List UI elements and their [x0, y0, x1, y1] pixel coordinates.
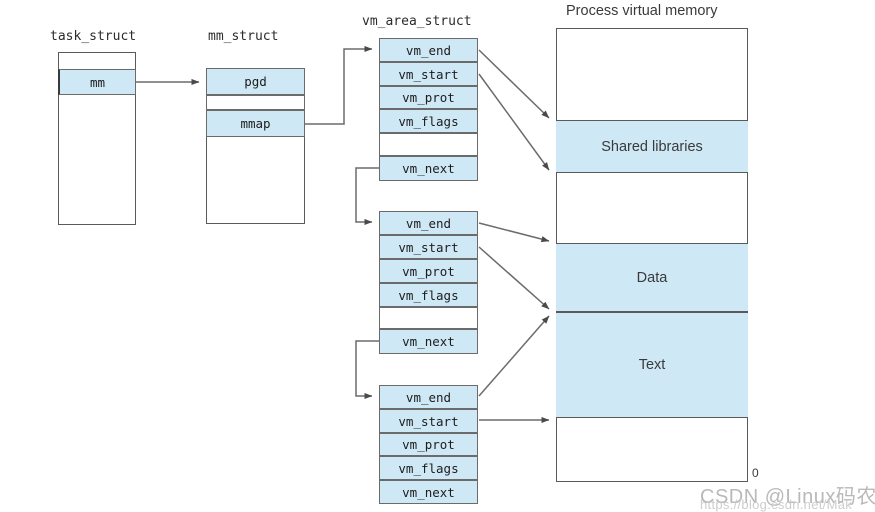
vma-3-row-vm-flags[interactable]: vm_flags	[379, 456, 478, 480]
memory-bottom-address-label: 0	[752, 466, 759, 480]
vma-2-row-vm-prot[interactable]: vm_prot	[379, 259, 478, 283]
vma-1-row-vm-prot[interactable]: vm_prot	[379, 86, 478, 109]
diagram-canvas: task_struct mm_struct vm_area_struct Pro…	[0, 0, 875, 512]
arrow-vma3-vmend-to-text-top	[478, 315, 550, 397]
vma-2-row-vm-next[interactable]: vm_next	[379, 329, 478, 354]
label-task-struct: task_struct	[50, 29, 137, 44]
vma-3-row-vm-end[interactable]: vm_end	[379, 385, 478, 409]
arrow-vma1-vmstart-to-sharedlibs-bottom	[478, 73, 550, 171]
mm-struct-row-blank	[206, 95, 305, 110]
mm-struct-row-pgd[interactable]: pgd	[206, 68, 305, 95]
arrow-vma2-vmend-to-data-top	[478, 222, 550, 243]
arrow-vma2-vmstart-to-data-bottom	[478, 246, 550, 310]
label-mm-struct: mm_struct	[208, 29, 279, 44]
vma-3-row-vm-next[interactable]: vm_next	[379, 480, 478, 504]
memory-region-data[interactable]: Data	[556, 243, 748, 312]
vma-1-row-vm-end[interactable]: vm_end	[379, 38, 478, 62]
vma-1-row-vm-next[interactable]: vm_next	[379, 156, 478, 181]
arrow-vma1-vmend-to-sharedlibs-top	[478, 49, 550, 119]
vma-1-row-blank	[379, 133, 478, 156]
vma-1-row-vm-start[interactable]: vm_start	[379, 62, 478, 86]
vma-3-row-vm-prot[interactable]: vm_prot	[379, 433, 478, 456]
vma-1-row-vm-flags[interactable]: vm_flags	[379, 109, 478, 133]
arrow-mmap-to-vma1	[305, 45, 373, 125]
arrow-vma2-next-to-vma3	[355, 340, 379, 400]
vma-2-row-blank	[379, 307, 478, 329]
task-struct-row-mm[interactable]: mm	[58, 69, 136, 95]
label-process-virtual-memory: Process virtual memory	[566, 3, 718, 19]
label-vm-area-struct: vm_area_struct	[362, 14, 472, 29]
vma-2-row-vm-flags[interactable]: vm_flags	[379, 283, 478, 307]
vma-3-row-vm-start[interactable]: vm_start	[379, 409, 478, 433]
watermark-csdn-url: https://blog.csdn.net/Mak	[700, 497, 853, 512]
vma-2-row-vm-start[interactable]: vm_start	[379, 235, 478, 259]
arrow-vma1-next-to-vma2	[355, 167, 379, 226]
memory-region-shared-libraries[interactable]: Shared libraries	[556, 120, 748, 173]
mm-struct-row-mmap[interactable]: mmap	[206, 110, 305, 137]
vma-2-row-vm-end[interactable]: vm_end	[379, 211, 478, 235]
memory-region-text[interactable]: Text	[556, 312, 748, 418]
